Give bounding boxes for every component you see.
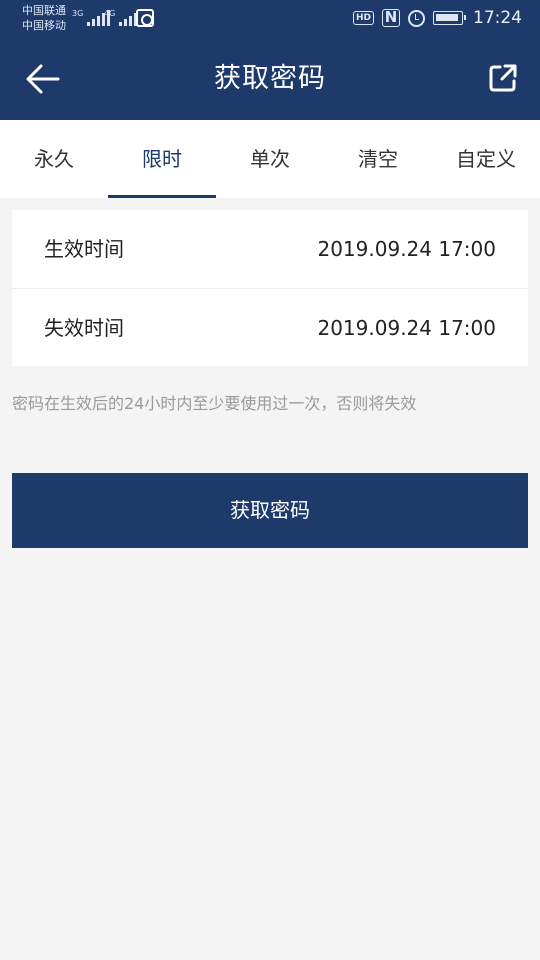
status-right: HD N 17:24 <box>352 8 522 28</box>
start-time-label: 生效时间 <box>44 237 124 261</box>
end-time-label: 失效时间 <box>44 316 124 340</box>
start-time-value[interactable]: 2019.09.24 17:00 <box>317 210 496 288</box>
tab-clear[interactable]: 清空 <box>324 120 432 198</box>
end-time-row[interactable]: 失效时间 2019.09.24 17:00 <box>12 288 528 366</box>
get-password-button[interactable]: 获取密码 <box>12 473 528 548</box>
arrow-left-icon[interactable] <box>24 60 62 98</box>
usage-hint: 密码在生效后的24小时内至少要使用过一次，否则将失效 <box>12 394 417 413</box>
alarm-icon <box>408 9 425 27</box>
tab-single-use[interactable]: 单次 <box>216 120 324 198</box>
hd-icon: HD <box>352 11 374 25</box>
end-time-value[interactable]: 2019.09.24 17:00 <box>317 289 496 367</box>
network-type-2: 4G <box>104 9 116 18</box>
status-time: 17:24 <box>473 8 522 28</box>
carrier-2: 中国移动 <box>22 19 66 32</box>
app-header: 获取密码 <box>0 38 540 120</box>
tab-time-limited[interactable]: 限时 <box>108 120 216 198</box>
tab-custom[interactable]: 自定义 <box>432 120 540 198</box>
app-notification-icon <box>136 9 154 27</box>
time-settings-card: 生效时间 2019.09.24 17:00 失效时间 2019.09.24 17… <box>12 210 528 366</box>
nfc-icon: N <box>382 9 400 27</box>
carrier-1: 中国联通 <box>22 4 66 17</box>
page-title: 获取密码 <box>214 63 326 94</box>
status-bar: 中国联通 中国移动 3G 4G HD N 17:24 <box>0 0 540 38</box>
network-type-1: 3G <box>72 9 84 18</box>
battery-icon <box>433 11 466 25</box>
external-link-icon[interactable] <box>488 63 518 93</box>
password-type-tabs: 永久 限时 单次 清空 自定义 <box>0 120 540 198</box>
carrier-info: 中国联通 中国移动 <box>22 3 66 33</box>
start-time-row[interactable]: 生效时间 2019.09.24 17:00 <box>12 210 528 288</box>
tab-permanent[interactable]: 永久 <box>0 120 108 198</box>
